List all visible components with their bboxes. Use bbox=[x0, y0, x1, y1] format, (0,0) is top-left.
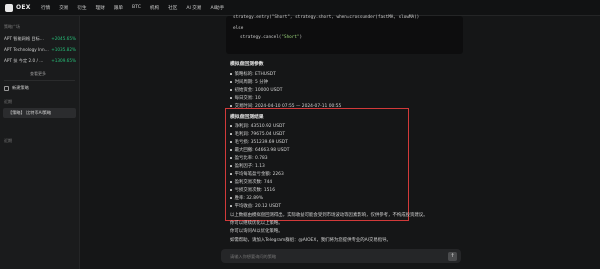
sidebar-divider bbox=[4, 80, 75, 81]
result-item: 盈利交易次数: 744 bbox=[230, 179, 272, 185]
strategy-change: +1309.65% bbox=[51, 58, 76, 63]
sidebar-strategy-row[interactable]: APT 扶 今定 2.0 / … +1309.65% bbox=[4, 58, 76, 64]
send-button[interactable]: ↑ bbox=[448, 251, 457, 261]
result-item: 胜率: 32.89% bbox=[230, 195, 263, 201]
settings-item: 每日交易: 10 bbox=[230, 95, 261, 101]
logo-icon bbox=[5, 3, 13, 12]
nav-item-community[interactable]: 社区 bbox=[168, 5, 177, 11]
nav-item-ai-trade[interactable]: AI 交易 bbox=[186, 5, 201, 11]
settings-item: 策略标的: ETHUSDT bbox=[230, 71, 276, 77]
active-strategy-label: 【策略】 比特币AI策略 bbox=[8, 110, 52, 115]
nav-item-trade[interactable]: 交易 bbox=[59, 5, 68, 11]
nav-item-market[interactable]: 行情 bbox=[41, 5, 50, 11]
bullet-icon bbox=[230, 125, 232, 127]
logo-text: OEX bbox=[16, 4, 31, 11]
nav-item-earn[interactable]: 理财 bbox=[96, 5, 105, 11]
result-item: 毛利润: 79675.04 USDT bbox=[230, 131, 285, 137]
telegram-help-text: 如需帮助，请加入Telegram群组：@AIOEX，我们将为您提供专业的AI交易… bbox=[230, 238, 391, 243]
result-item-text: 胜率: 32.89% bbox=[234, 196, 263, 201]
result-item: 平均每笔盈亏金额: 2263 bbox=[230, 171, 284, 177]
bullet-icon bbox=[230, 181, 232, 183]
follow-up-text: 你可以继续优化以上策略。 bbox=[230, 221, 283, 226]
code-string: "Short" bbox=[281, 35, 300, 40]
sidebar-strategy-row[interactable]: APT 智能网格 目标… +2045.65% bbox=[4, 36, 76, 42]
nav-item-institution[interactable]: 机构 bbox=[150, 5, 159, 11]
results-heading: 模拟盘回测结果 bbox=[230, 115, 264, 120]
disclaimer-text: 以上数据由模拟盘回测得出，实际收益可能会受到市场波动等因素影响，仅供参考，不构成… bbox=[230, 213, 428, 218]
chat-input[interactable] bbox=[228, 252, 432, 260]
result-item: 毛亏损: 351239.69 USDT bbox=[230, 139, 288, 145]
bullet-icon bbox=[230, 197, 232, 199]
bullet-icon bbox=[230, 165, 232, 167]
settings-item-text: 策略标的: ETHUSDT bbox=[234, 72, 276, 77]
code-call: strategy.cancel( bbox=[240, 35, 282, 40]
result-item-text: 平均每笔盈亏金额: 2263 bbox=[234, 172, 284, 177]
result-item: 盈利因子: 1.13 bbox=[230, 163, 265, 169]
new-strategy-label: 新建策略 bbox=[12, 85, 29, 90]
result-item-text: 盈利因子: 1.13 bbox=[234, 164, 265, 169]
settings-item: 初始资金: 10000 USDT bbox=[230, 87, 282, 93]
result-item-text: 净利润: 43510.92 USDT bbox=[234, 124, 286, 129]
new-strategy-icon bbox=[4, 85, 9, 91]
bullet-icon bbox=[230, 157, 232, 159]
brand-logo[interactable]: OEX bbox=[5, 3, 41, 12]
sidebar-strategy-row[interactable]: APT Technology Inn… +1035.82% bbox=[4, 47, 76, 52]
result-item: 净利润: 43510.92 USDT bbox=[230, 123, 285, 129]
bullet-icon bbox=[230, 205, 232, 207]
bullet-icon bbox=[230, 189, 232, 191]
send-arrow-icon: ↑ bbox=[450, 253, 455, 259]
settings-heading: 模拟盘回测参数 bbox=[230, 62, 264, 67]
bullet-icon bbox=[230, 73, 232, 75]
nav-item-derivatives[interactable]: 衍生 bbox=[77, 5, 86, 11]
bullet-icon bbox=[230, 89, 232, 91]
main-nav: 行情 交易 衍生 理财 跟单 BTC 机构 社区 AI 交易 AI助手 bbox=[41, 5, 233, 11]
nav-item-btc[interactable]: BTC bbox=[132, 5, 141, 10]
view-more-link[interactable]: 查看更多 bbox=[30, 71, 46, 77]
bullet-icon bbox=[230, 97, 232, 99]
settings-item-text: 初始资金: 10000 USDT bbox=[234, 88, 283, 93]
bullet-icon bbox=[230, 141, 232, 143]
strategy-change: +2045.65% bbox=[51, 36, 76, 41]
code-paren: ) bbox=[299, 35, 303, 40]
result-item-text: 平均收益: 20.12 USDT bbox=[234, 204, 282, 209]
strategy-name: APT 扶 今定 2.0 / … bbox=[4, 58, 44, 63]
result-item-text: 毛亏损: 351239.69 USDT bbox=[234, 140, 288, 145]
nav-item-ai-assistant[interactable]: AI助手 bbox=[210, 5, 224, 11]
result-item: 最大回撤: 64663.98 USDT bbox=[230, 147, 289, 153]
result-item-text: 盈利交易次数: 744 bbox=[234, 180, 273, 185]
result-item: 亏损交易次数: 1516 bbox=[230, 187, 275, 193]
code-block: strategy.entry("Short", strategy.short, … bbox=[226, 15, 463, 54]
result-item-text: 亏损交易次数: 1516 bbox=[234, 188, 275, 193]
sidebar-item-active-strategy[interactable]: 【策略】 比特币AI策略 bbox=[3, 108, 76, 118]
result-item-text: 盈亏比率: 0.783 bbox=[234, 156, 268, 161]
chat-input-bar: ↑ bbox=[221, 249, 461, 263]
code-line-2: else bbox=[233, 26, 244, 31]
follow-up-text-2: 你可以询问AI以优化策略。 bbox=[230, 229, 283, 234]
result-item: 平均收益: 20.12 USDT bbox=[230, 203, 281, 209]
code-line-3: strategy.cancel("Short") bbox=[240, 35, 302, 40]
settings-item-text: 每日交易: 10 bbox=[234, 96, 261, 101]
sidebar-section-title: 策略广场 bbox=[4, 24, 20, 29]
bullet-icon bbox=[230, 173, 232, 175]
recent-section-title: 近期 bbox=[4, 99, 12, 104]
bullet-icon bbox=[230, 81, 232, 83]
top-navbar: OEX 行情 交易 衍生 理财 跟单 BTC 机构 社区 AI 交易 AI助手 bbox=[0, 0, 600, 16]
bullet-icon bbox=[230, 133, 232, 135]
settings-item-text: 时间周期: 5 分钟 bbox=[234, 80, 269, 85]
bullet-icon bbox=[230, 149, 232, 151]
result-item-text: 毛利润: 79675.04 USDT bbox=[234, 132, 286, 137]
new-strategy-button[interactable]: 新建策略 bbox=[4, 85, 29, 91]
strategy-name: APT Technology Inn… bbox=[4, 47, 49, 52]
bullet-icon bbox=[230, 105, 232, 107]
settings-item: 时间周期: 5 分钟 bbox=[230, 79, 268, 85]
strategy-change: +1035.82% bbox=[51, 47, 76, 52]
recent-section-title-2: 近期 bbox=[4, 138, 12, 143]
nav-item-copy-trade[interactable]: 跟单 bbox=[114, 5, 123, 11]
result-item-text: 最大回撤: 64663.98 USDT bbox=[234, 148, 290, 153]
result-item: 盈亏比率: 0.783 bbox=[230, 155, 268, 161]
strategy-name: APT 智能网格 目标… bbox=[4, 36, 44, 41]
sidebar: 策略广场 APT 智能网格 目标… +2045.65% APT Technolo… bbox=[0, 16, 80, 269]
code-line-1: strategy.entry("Short", strategy.short, … bbox=[233, 15, 420, 20]
